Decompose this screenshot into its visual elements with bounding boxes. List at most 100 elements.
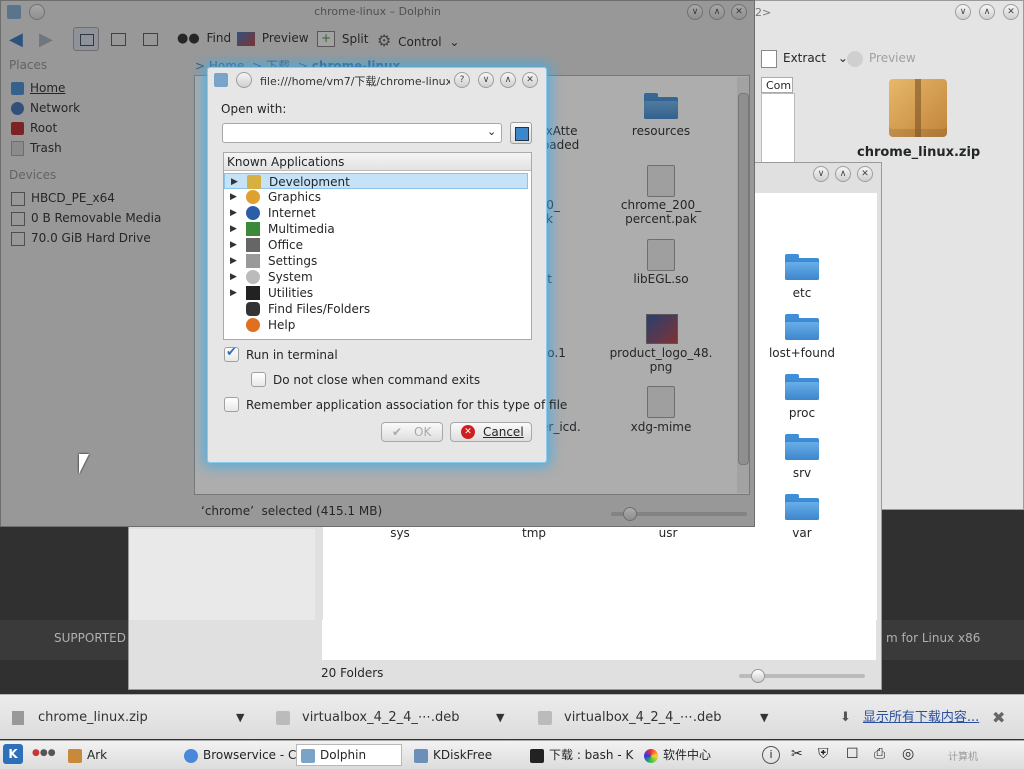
checkmark-icon: ✔ <box>226 345 237 360</box>
do-not-close-checkbox[interactable] <box>251 372 266 387</box>
binoculars-icon <box>246 302 260 316</box>
chevron-down-icon[interactable]: ▼ <box>496 708 504 728</box>
remember-association-checkbox[interactable] <box>224 397 239 412</box>
tray-clipboard-icon[interactable]: ☐ <box>846 746 859 762</box>
chevron-down-icon[interactable]: ⌄ <box>487 125 496 138</box>
folder-label-sys[interactable]: sys <box>370 526 430 540</box>
download-item-label: chrome_linux.zip <box>38 710 148 725</box>
task-label: Browservice - C <box>203 748 297 762</box>
task-bash[interactable]: 下载 : bash - K <box>530 744 633 766</box>
browse-icon <box>515 127 529 141</box>
folder-icon[interactable] <box>785 434 819 460</box>
browse-button[interactable] <box>510 122 532 144</box>
folder-label-tmp[interactable]: tmp <box>504 526 564 540</box>
task-label: Ark <box>87 748 108 762</box>
taskbar <box>0 740 1024 769</box>
tray-info-icon[interactable]: i <box>762 746 780 764</box>
dialog-shade-button[interactable]: ∨ <box>478 72 494 88</box>
start-menu-button[interactable]: K <box>3 744 23 764</box>
root-maximize-button[interactable]: ∧ <box>835 166 851 182</box>
folder-icon[interactable] <box>785 374 819 400</box>
dialog-app-icon <box>214 73 228 87</box>
folder-label-var[interactable]: var <box>760 526 844 540</box>
task-label: 软件中心 <box>663 748 712 762</box>
folder-icon[interactable] <box>785 254 819 280</box>
run-in-terminal-checkbox[interactable]: ✔ <box>224 345 239 362</box>
dialog-maximize-button[interactable]: ∧ <box>500 72 516 88</box>
folder-label-lost-found[interactable]: lost+found <box>760 346 844 360</box>
task-label: KDiskFree <box>433 748 493 762</box>
root-status-text: 20 Folders <box>321 666 384 680</box>
utilities-icon <box>246 286 260 300</box>
extract-icon <box>761 49 777 68</box>
internet-icon <box>246 206 260 220</box>
download-item-label: virtualbox_4_2_4_⋯.deb <box>302 710 460 725</box>
cancel-button[interactable]: ✕ Cancel <box>450 422 532 442</box>
task-dolphin[interactable]: Dolphin <box>296 744 402 766</box>
close-downloads-icon[interactable]: ✖ <box>992 708 1005 727</box>
root-zoom-slider-track[interactable] <box>739 669 865 683</box>
folder-label-srv[interactable]: srv <box>760 466 844 480</box>
ark-close-button[interactable]: ✕ <box>1003 4 1019 20</box>
task-browservice[interactable]: Browservice - C <box>184 744 296 766</box>
office-icon <box>246 238 260 252</box>
tray-scissors-icon[interactable]: ✂ <box>791 746 803 762</box>
task-label: Dolphin <box>320 748 367 762</box>
ark-extract-label: Extract <box>783 51 826 65</box>
download-item-virtualbox-1[interactable]: virtualbox_4_2_4_⋯.deb ▼ <box>276 708 504 728</box>
cancel-icon: ✕ <box>461 425 475 439</box>
bg-supported-text: SUPPORTED <box>54 631 126 645</box>
task-label: 下载 : bash - K <box>549 748 634 762</box>
chevron-down-icon[interactable]: ▼ <box>236 708 244 728</box>
run-in-terminal-label[interactable]: Run in terminal <box>246 348 338 362</box>
activities-icon[interactable]: ●●● <box>32 748 56 758</box>
show-all-downloads-link[interactable]: ⬇ 显示所有下载内容... <box>840 708 979 728</box>
download-item-label: virtualbox_4_2_4_⋯.deb <box>564 710 722 725</box>
remember-association-label[interactable]: Remember application association for thi… <box>246 398 567 412</box>
ark-column-header[interactable]: Com <box>761 77 793 93</box>
ok-label: OK <box>414 425 432 439</box>
download-item-virtualbox-2[interactable]: virtualbox_4_2_4_⋯.deb ▼ <box>538 708 768 728</box>
ark-icon <box>68 748 82 763</box>
ark-list-pane <box>761 93 795 167</box>
settings-icon <box>246 254 260 268</box>
tree-header[interactable]: Known Applications <box>224 153 531 171</box>
chevron-down-icon[interactable]: ▼ <box>760 708 768 728</box>
dialog-help-button[interactable]: ? <box>454 72 470 88</box>
folder-label-usr[interactable]: usr <box>638 526 698 540</box>
root-close-button[interactable]: ✕ <box>857 166 873 182</box>
tray-printer-icon[interactable]: ⎙ <box>874 746 885 762</box>
known-apps-tree: Known Applications ▶ Development ▶ Graphic… <box>223 152 532 340</box>
dialog-menu-button[interactable] <box>236 72 252 88</box>
check-icon: ✔ <box>392 425 403 439</box>
graphics-icon <box>246 190 260 204</box>
ark-title-tail: 2> <box>755 6 772 19</box>
root-minimize-button[interactable]: ∨ <box>813 166 829 182</box>
ark-minimize-button[interactable]: ∨ <box>955 4 971 20</box>
ark-extract-button[interactable]: Extract ⌄ <box>761 47 848 69</box>
task-ark[interactable]: Ark <box>68 744 107 766</box>
dialog-close-button[interactable]: ✕ <box>522 72 538 88</box>
tray-shield-icon[interactable]: ⛨ <box>818 746 829 762</box>
terminal-icon <box>530 748 544 763</box>
ark-maximize-button[interactable]: ∧ <box>979 4 995 20</box>
tree-item-development[interactable]: ▶ Development <box>224 173 528 189</box>
open-with-input[interactable] <box>222 123 502 143</box>
folder-label-etc[interactable]: etc <box>760 286 844 300</box>
folder-icon[interactable] <box>785 494 819 520</box>
mouse-cursor-icon <box>79 454 89 474</box>
download-item-chrome-linux[interactable]: chrome_linux.zip ▼ <box>12 708 244 728</box>
chrome-icon <box>184 748 198 763</box>
ok-button[interactable]: ✔ OK <box>381 422 443 442</box>
archive-icon <box>889 79 947 137</box>
tray-network-icon[interactable]: ◎ <box>902 746 914 762</box>
preview-icon <box>847 50 863 67</box>
task-kdiskfree[interactable]: KDiskFree <box>414 744 492 766</box>
download-arrow-icon: ⬇ <box>840 710 851 725</box>
show-all-label: 显示所有下载内容... <box>862 710 980 725</box>
folder-icon[interactable] <box>785 314 819 340</box>
do-not-close-label[interactable]: Do not close when command exits <box>273 373 480 387</box>
task-software-center[interactable]: 软件中心 <box>644 744 711 766</box>
folder-label-proc[interactable]: proc <box>760 406 844 420</box>
open-with-label: Open with: <box>221 102 287 116</box>
